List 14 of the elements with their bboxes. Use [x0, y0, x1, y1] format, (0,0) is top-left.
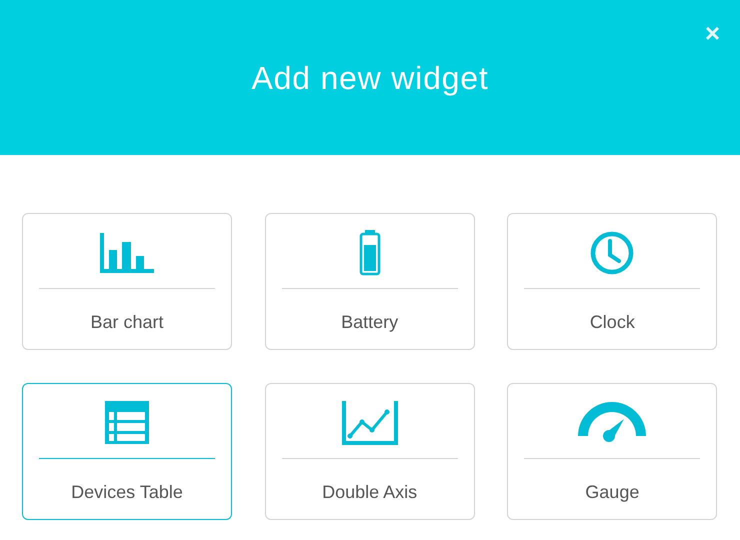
- widget-label: Gauge: [585, 481, 640, 504]
- line-chart-icon: [340, 398, 400, 448]
- widget-card[interactable]: Double Axis: [264, 383, 475, 520]
- widget-label: Clock: [590, 311, 635, 334]
- widget-card[interactable]: Battery: [264, 213, 475, 350]
- widget-card[interactable]: Devices Table: [22, 383, 232, 520]
- widget-label: Bar chart: [90, 311, 164, 334]
- widget-label: Double Axis: [322, 481, 418, 504]
- widget-label: Battery: [341, 311, 398, 334]
- widget-label: Devices Table: [71, 481, 183, 504]
- dialog-title: Add new widget: [251, 58, 489, 98]
- widget-card[interactable]: Gauge: [507, 383, 718, 520]
- widget-card[interactable]: Clock: [507, 213, 718, 350]
- widget-card[interactable]: Bar chart: [22, 213, 232, 350]
